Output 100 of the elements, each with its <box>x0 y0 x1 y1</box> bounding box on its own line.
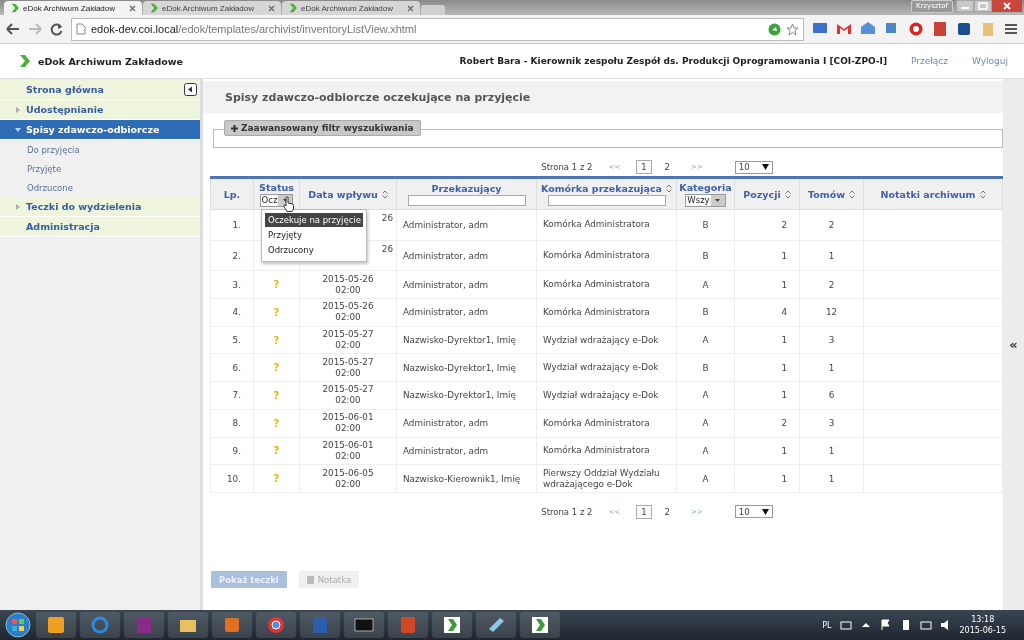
taskbar-app-button[interactable] <box>168 612 208 638</box>
extension-icon[interactable] <box>908 21 924 37</box>
header-link[interactable]: Wyloguj <box>972 56 1008 66</box>
page-link[interactable]: 2 <box>659 160 676 174</box>
close-icon[interactable] <box>129 4 136 12</box>
start-button[interactable] <box>4 611 32 639</box>
column-header[interactable]: Notatki archiwum <box>880 188 976 200</box>
table-cell: Administrator, adm <box>396 298 537 327</box>
close-icon[interactable] <box>268 4 275 12</box>
browser-tab[interactable]: eDok Archiwum Zakładow <box>282 1 420 15</box>
table-cell: 3 <box>799 326 864 354</box>
status-icon: ? <box>273 389 280 401</box>
app-icon <box>398 615 418 635</box>
filter-field[interactable] <box>547 194 666 206</box>
column-header[interactable]: Pozycji <box>743 188 781 200</box>
table-cell: 1 <box>734 353 800 382</box>
menu-item[interactable]: Strona główna <box>0 80 200 100</box>
page-size-select[interactable]: 10 <box>734 160 773 174</box>
logo-icon <box>288 3 297 13</box>
table-cell: Komórka Administratora <box>536 209 677 241</box>
close-icon[interactable] <box>992 0 1022 12</box>
caret-right-icon <box>14 105 22 114</box>
filter-field[interactable] <box>407 194 526 206</box>
caret-down-icon <box>282 198 288 202</box>
reload-icon[interactable] <box>50 22 63 36</box>
extension-icon[interactable] <box>932 21 948 37</box>
logo-icon <box>149 3 158 13</box>
close-icon[interactable] <box>407 4 414 12</box>
taskbar-app-button[interactable] <box>476 612 516 638</box>
page-summary: Strona 1 z 2 <box>541 506 593 517</box>
table-cell: 1 <box>799 464 864 493</box>
taskbar-app-button[interactable] <box>432 612 472 638</box>
clock-time[interactable]: 13:18 <box>971 614 995 625</box>
table-cell: 5. <box>210 326 254 354</box>
table-cell: A <box>676 464 735 493</box>
extension-icon[interactable] <box>836 21 852 37</box>
logo-icon <box>18 54 30 68</box>
menu-icon[interactable] <box>1004 23 1018 35</box>
minimize-icon[interactable] <box>956 0 974 12</box>
clock-date[interactable]: 2015-06-15 <box>959 625 1006 636</box>
header-link[interactable]: Przełącz <box>911 56 948 66</box>
table-cell: 2 <box>799 270 864 299</box>
app-icon <box>134 615 154 635</box>
menu-item[interactable]: Spisy zdawczo-odbiorcze <box>0 120 200 140</box>
submenu-item[interactable]: Odrzucone <box>0 178 200 197</box>
plus-icon <box>231 124 238 132</box>
table-cell: 2 <box>734 209 800 241</box>
dropdown-option[interactable]: Oczekuje na przyjęcie <box>265 213 363 227</box>
tray-icon[interactable] <box>839 619 852 631</box>
browser-tab[interactable]: eDok Archiwum Zakładow <box>4 1 142 15</box>
browser-tab[interactable]: eDok Archiwum Zakładow <box>143 1 281 15</box>
table-cell: A <box>676 270 735 299</box>
column-header[interactable]: Data wpływu <box>308 188 378 200</box>
menu-item[interactable]: Udostępnianie <box>0 100 200 120</box>
sort-icon[interactable] <box>666 183 673 193</box>
status-icon: ? <box>273 417 280 429</box>
caret-down-icon <box>761 508 769 515</box>
sort-icon[interactable] <box>979 189 986 199</box>
table-cell: 2015-06-05 02:00 <box>299 464 397 493</box>
tray-icon[interactable] <box>919 619 932 631</box>
table-cell: 6 <box>799 381 864 410</box>
expand-panel-button[interactable]: « <box>1009 337 1018 352</box>
table-cell: 2. <box>210 240 254 271</box>
menu-item[interactable]: Teczki do wydzielenia <box>0 197 200 217</box>
table-cell: B <box>676 240 735 271</box>
table-cell: A <box>676 326 735 354</box>
table-cell: 2015-05-26 02:00 <box>299 298 397 327</box>
page-link[interactable]: 2 <box>659 504 676 519</box>
page-size-select[interactable]: 10 <box>734 505 773 519</box>
table-cell: 10. <box>210 464 254 493</box>
page-link[interactable]: 1 <box>636 504 652 519</box>
user-info: Robert Bara - Kierownik zespołu Zespół ds. Produkcji Oprogramowania I [COI-ZPO-I] <box>459 56 887 66</box>
status-icon: ? <box>273 445 280 457</box>
table-cell: 1 <box>799 437 864 465</box>
collapse-icon[interactable] <box>184 83 197 96</box>
column-header[interactable]: Komórka przekazująca <box>540 182 663 194</box>
submenu-item[interactable]: Przyjęte <box>0 159 200 178</box>
page-summary: Strona 1 z 2 <box>541 162 593 172</box>
table-cell: Komórka Administratora <box>536 298 677 327</box>
filter-toggle-button[interactable]: Zaawansowany filtr wyszukiwania <box>224 120 421 136</box>
page-link[interactable]: 1 <box>636 160 652 174</box>
table-cell: Wydział wdrażający e-Dok <box>536 381 677 410</box>
table-cell: Administrator, adm <box>396 209 537 241</box>
table-cell: 2 <box>734 409 800 437</box>
language-indicator[interactable]: PL <box>822 620 832 630</box>
menu-item[interactable]: Administracja <box>0 217 200 237</box>
sort-icon[interactable] <box>381 189 388 199</box>
back-icon[interactable] <box>6 23 20 35</box>
extension-icon[interactable] <box>956 21 972 37</box>
taskbar-app-button[interactable] <box>256 612 296 638</box>
tray-icon[interactable] <box>879 619 892 631</box>
sort-icon[interactable] <box>784 189 791 199</box>
taskbar-app-button[interactable] <box>520 612 560 638</box>
submenu-item[interactable]: Do przyjęcia <box>0 140 200 159</box>
filter-select[interactable]: Wszy <box>685 193 726 207</box>
table-cell: 2015-06-01 02:00 <box>299 437 397 465</box>
taskbar-app-button[interactable] <box>36 612 76 638</box>
sort-icon[interactable] <box>848 189 855 199</box>
taskbar-app-button[interactable] <box>344 612 384 638</box>
column-header[interactable]: Tomów <box>808 188 845 200</box>
